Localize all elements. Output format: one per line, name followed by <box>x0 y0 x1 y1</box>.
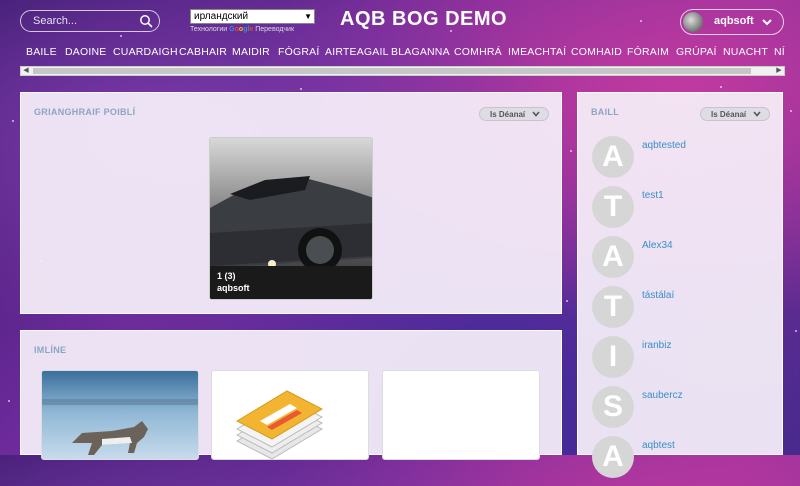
member-name[interactable]: aqbtest <box>642 440 675 451</box>
member-item[interactable]: A aqbtest <box>592 436 762 486</box>
photo-owner[interactable]: aqbsoft <box>217 283 250 293</box>
document-stack-icon <box>212 371 368 459</box>
chevron-down-icon <box>532 111 540 117</box>
member-name[interactable]: saubercz <box>642 390 683 401</box>
nav-item-airteagail[interactable]: AIRTEAGAIL <box>325 46 389 58</box>
avatar[interactable]: S <box>592 386 634 428</box>
search-input[interactable] <box>33 13 133 29</box>
nav-scrollbar[interactable]: ◀ ▶ <box>20 66 785 76</box>
member-name[interactable]: iranbiz <box>642 340 671 351</box>
user-menu[interactable]: aqbsoft <box>680 9 784 35</box>
member-item[interactable]: S saubercz <box>592 386 762 436</box>
avatar <box>683 12 703 32</box>
sort-dropdown[interactable]: Is Déanaí <box>700 107 770 121</box>
chevron-down-icon: ▼ <box>304 12 312 21</box>
scroll-right-icon[interactable]: ▶ <box>774 67 784 75</box>
avatar[interactable]: T <box>592 186 634 228</box>
nav-item-comhaid[interactable]: COMHAID <box>571 46 622 58</box>
chevron-down-icon <box>753 111 761 117</box>
member-item[interactable]: A Alex34 <box>592 236 762 286</box>
avatar[interactable]: A <box>592 436 634 478</box>
nav-item-comhra[interactable]: COMHRÁ <box>454 46 502 58</box>
timeline-item[interactable] <box>41 370 199 460</box>
sort-dropdown[interactable]: Is Déanaí <box>479 107 549 121</box>
member-item[interactable]: T test1 <box>592 186 762 236</box>
member-name[interactable]: aqbtested <box>642 140 686 151</box>
search-icon[interactable] <box>139 14 153 28</box>
language-selected-value: ирландский <box>194 11 249 22</box>
nav-item-cabhair[interactable]: CABHAIR <box>179 46 227 58</box>
member-item[interactable]: T tástálaí <box>592 286 762 336</box>
nav-item-nuacht[interactable]: NUACHT <box>723 46 768 58</box>
member-item[interactable]: A aqbtested <box>592 136 762 186</box>
member-name[interactable]: test1 <box>642 190 664 201</box>
nav-item-baile[interactable]: BAILE <box>26 46 57 58</box>
google-translate-credit: Технологии Google Переводчик <box>190 26 294 33</box>
main-nav: BAILE DAOINE CUARDAIGH CABHAIR MAIDIR FÓ… <box>0 44 800 62</box>
photo-card[interactable]: 1 (3) aqbsoft <box>209 137 373 300</box>
search-box <box>20 10 160 32</box>
translate-suffix[interactable]: Переводчик <box>255 26 294 33</box>
nav-item-maidir[interactable]: MAIDIR <box>232 46 270 58</box>
members-panel: BAILL Is Déanaí A aqbtested T test1 A Al… <box>577 92 783 478</box>
sort-label: Is Déanaí <box>711 110 747 119</box>
scroll-left-icon[interactable]: ◀ <box>21 67 31 75</box>
nav-item-foraim[interactable]: FÓRAIM <box>627 46 669 58</box>
timeline-item[interactable] <box>382 370 540 460</box>
avatar[interactable]: A <box>592 136 634 178</box>
scrollbar-thumb[interactable] <box>33 68 751 74</box>
nav-item-ni[interactable]: NÍ <box>774 46 785 58</box>
nav-item-grupai[interactable]: GRÚPAÍ <box>676 46 717 58</box>
panel-title: GRIANGHRAIF POIBLÍ <box>34 107 136 117</box>
panel-title: IMLÍNE <box>34 345 67 355</box>
translate-prefix: Технологии <box>190 26 228 33</box>
avatar[interactable]: I <box>592 336 634 378</box>
husky-photo <box>42 371 198 459</box>
member-item[interactable]: I iranbiz <box>592 336 762 386</box>
username: aqbsoft <box>714 15 754 27</box>
google-logo-text[interactable]: Google <box>229 26 253 33</box>
chevron-down-icon <box>762 19 772 26</box>
panel-title: BAILL <box>591 107 619 117</box>
member-name[interactable]: tástálaí <box>642 290 674 301</box>
site-title[interactable]: AQB BOG DEMO <box>340 8 507 31</box>
nav-item-daoine[interactable]: DAOINE <box>65 46 106 58</box>
avatar[interactable]: A <box>592 236 634 278</box>
imline-panel: IMLÍNE <box>20 330 562 460</box>
nav-item-cuardaigh[interactable]: CUARDAIGH <box>113 46 178 58</box>
nav-item-blaganna[interactable]: BLAGANNA <box>391 46 450 58</box>
nav-item-imeachtai[interactable]: IMEACHTAÍ <box>508 46 566 58</box>
nav-item-fograi[interactable]: FÓGRAÍ <box>278 46 319 58</box>
language-select[interactable]: ирландский ▼ <box>190 9 315 24</box>
member-name[interactable]: Alex34 <box>642 240 673 251</box>
sort-label: Is Déanaí <box>490 110 526 119</box>
site-header: ирландский ▼ Технологии Google Переводчи… <box>0 0 800 80</box>
public-photos-panel: GRIANGHRAIF POIBLÍ Is Déanaí 1 (3) aqbso… <box>20 92 562 314</box>
photo-count: 1 (3) <box>217 271 236 281</box>
avatar[interactable]: T <box>592 286 634 328</box>
timeline-item[interactable] <box>211 370 369 460</box>
